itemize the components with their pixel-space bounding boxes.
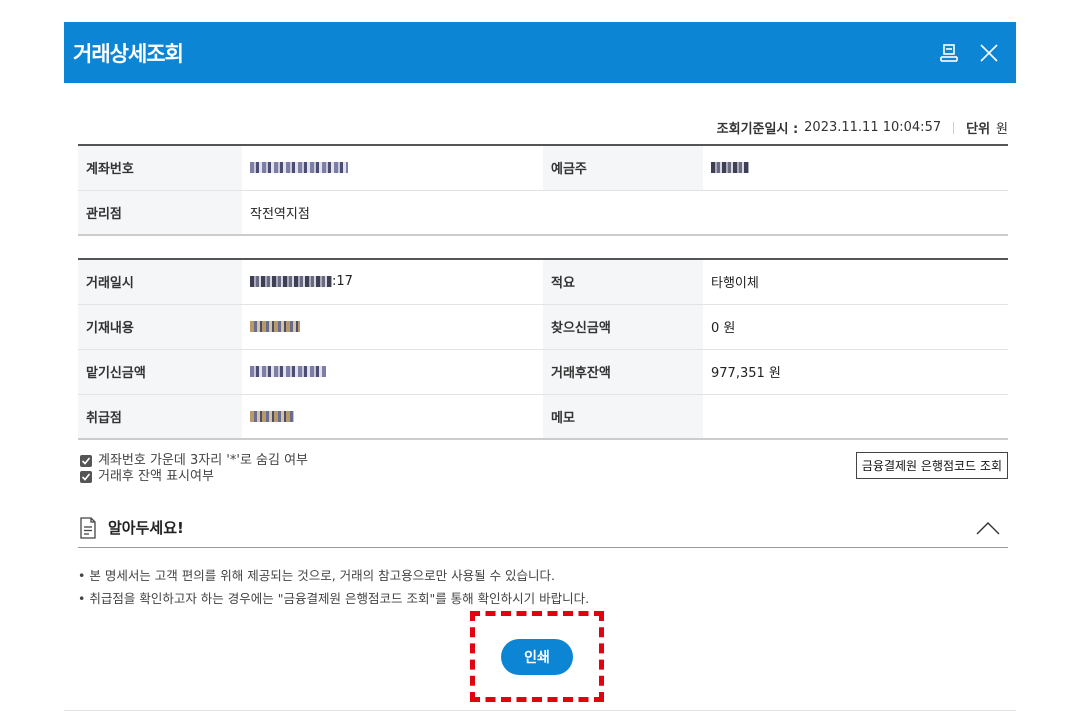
table-row: 거래일시 :17 적요 타행이체: [78, 259, 1008, 305]
transaction-detail-dialog: 거래상세조회 조회기준일시 : 2023.11.11 10:04:57 단위 원…: [64, 22, 1016, 711]
transaction-table: 거래일시 :17 적요 타행이체 기재내용 찾으신금액 0 원 맡기신금액 거래…: [78, 258, 1008, 440]
unit-label: 단위: [966, 122, 991, 137]
show-balance-label: 거래후 잔액 표시여부: [98, 469, 214, 484]
notice-header: 알아두세요!: [78, 508, 1008, 548]
managing-branch-value: 작전역지점: [242, 190, 1008, 236]
close-icon[interactable]: [972, 36, 1006, 70]
notice-list: 본 명세서는 고객 편의를 위해 제공되는 것으로, 거래의 참고용으로만 사용…: [78, 564, 589, 610]
table-row: 기재내용 찾으신금액 0 원: [78, 304, 1008, 350]
account-table: 계좌번호 예금주 관리점 작전역지점: [78, 144, 1008, 236]
masked-value: [250, 366, 326, 377]
transaction-datetime-suffix: :17: [332, 274, 353, 290]
checkbox-checked[interactable]: [80, 471, 92, 483]
transaction-datetime-label: 거래일시: [78, 259, 242, 305]
check-icon: [81, 473, 91, 481]
meta-divider: [953, 121, 955, 134]
withdraw-amount-label: 찾으신금액: [543, 304, 703, 350]
checkbox-checked[interactable]: [80, 455, 92, 467]
balance-after-label: 거래후잔액: [543, 349, 703, 395]
summary-value: 타행이체: [703, 259, 1008, 305]
table-row: 계좌번호 예금주: [78, 145, 1008, 191]
document-icon: [80, 516, 96, 539]
dialog-header: 거래상세조회: [64, 22, 1016, 83]
balance-after-value: 977,351 원: [703, 349, 1008, 395]
show-balance-option[interactable]: 거래후 잔액 표시여부: [80, 469, 308, 485]
print-button[interactable]: 인쇄: [501, 638, 573, 675]
check-icon: [81, 457, 91, 465]
withdraw-amount-value: 0 원: [703, 304, 1008, 350]
masked-value: [250, 276, 332, 288]
deposit-amount-label: 맡기신금액: [78, 349, 242, 395]
list-item: 본 명세서는 고객 편의를 위해 제공되는 것으로, 거래의 참고용으로만 사용…: [78, 564, 589, 587]
dialog-title: 거래상세조회: [73, 41, 184, 66]
display-options: 계좌번호 가운데 3자리 '*'로 숨김 여부 거래후 잔액 표시여부: [80, 453, 308, 485]
list-item: 취급점을 확인하고자 하는 경우에는 "금융결제원 은행점코드 조회"를 통해 …: [78, 587, 589, 610]
mask-account-option[interactable]: 계좌번호 가운데 3자리 '*'로 숨김 여부: [80, 453, 308, 469]
inquiry-meta: 조회기준일시 : 2023.11.11 10:04:57 단위 원: [717, 118, 1008, 137]
inquiry-date-value: 2023.11.11 10:04:57: [804, 120, 942, 135]
chevron-up-icon[interactable]: [968, 513, 1008, 543]
masked-value: [250, 162, 348, 174]
handling-branch-value: [242, 394, 543, 440]
notice-title: 알아두세요!: [108, 519, 184, 537]
printer-icon[interactable]: [932, 36, 966, 70]
print-button-highlight: 인쇄: [470, 611, 604, 702]
transaction-datetime-value: :17: [242, 259, 543, 305]
masked-value: [250, 321, 300, 332]
table-row: 관리점 작전역지점: [78, 190, 1008, 236]
handling-branch-label: 취급점: [78, 394, 242, 440]
masked-value: [250, 410, 294, 422]
memo-entry-label: 기재내용: [78, 304, 242, 350]
mask-account-label: 계좌번호 가운데 3자리 '*'로 숨김 여부: [98, 453, 309, 468]
summary-label: 적요: [543, 259, 703, 305]
memo-label: 메모: [543, 394, 703, 440]
table-row: 맡기신금액 거래후잔액 977,351 원: [78, 349, 1008, 395]
deposit-amount-value: [242, 349, 543, 395]
bank-code-lookup-button[interactable]: 금융결제원 은행점코드 조회: [855, 452, 1008, 479]
account-number-label: 계좌번호: [78, 145, 242, 191]
inquiry-date-label: 조회기준일시 :: [716, 122, 799, 137]
unit-value: 원: [996, 122, 1008, 137]
depositor-label: 예금주: [543, 145, 703, 191]
depositor-value: [703, 145, 1008, 191]
account-number-value: [242, 145, 543, 191]
table-row: 취급점 메모: [78, 394, 1008, 440]
managing-branch-label: 관리점: [78, 190, 242, 236]
masked-value: [711, 162, 749, 174]
memo-value[interactable]: [703, 394, 1008, 440]
memo-entry-value: [242, 304, 543, 350]
